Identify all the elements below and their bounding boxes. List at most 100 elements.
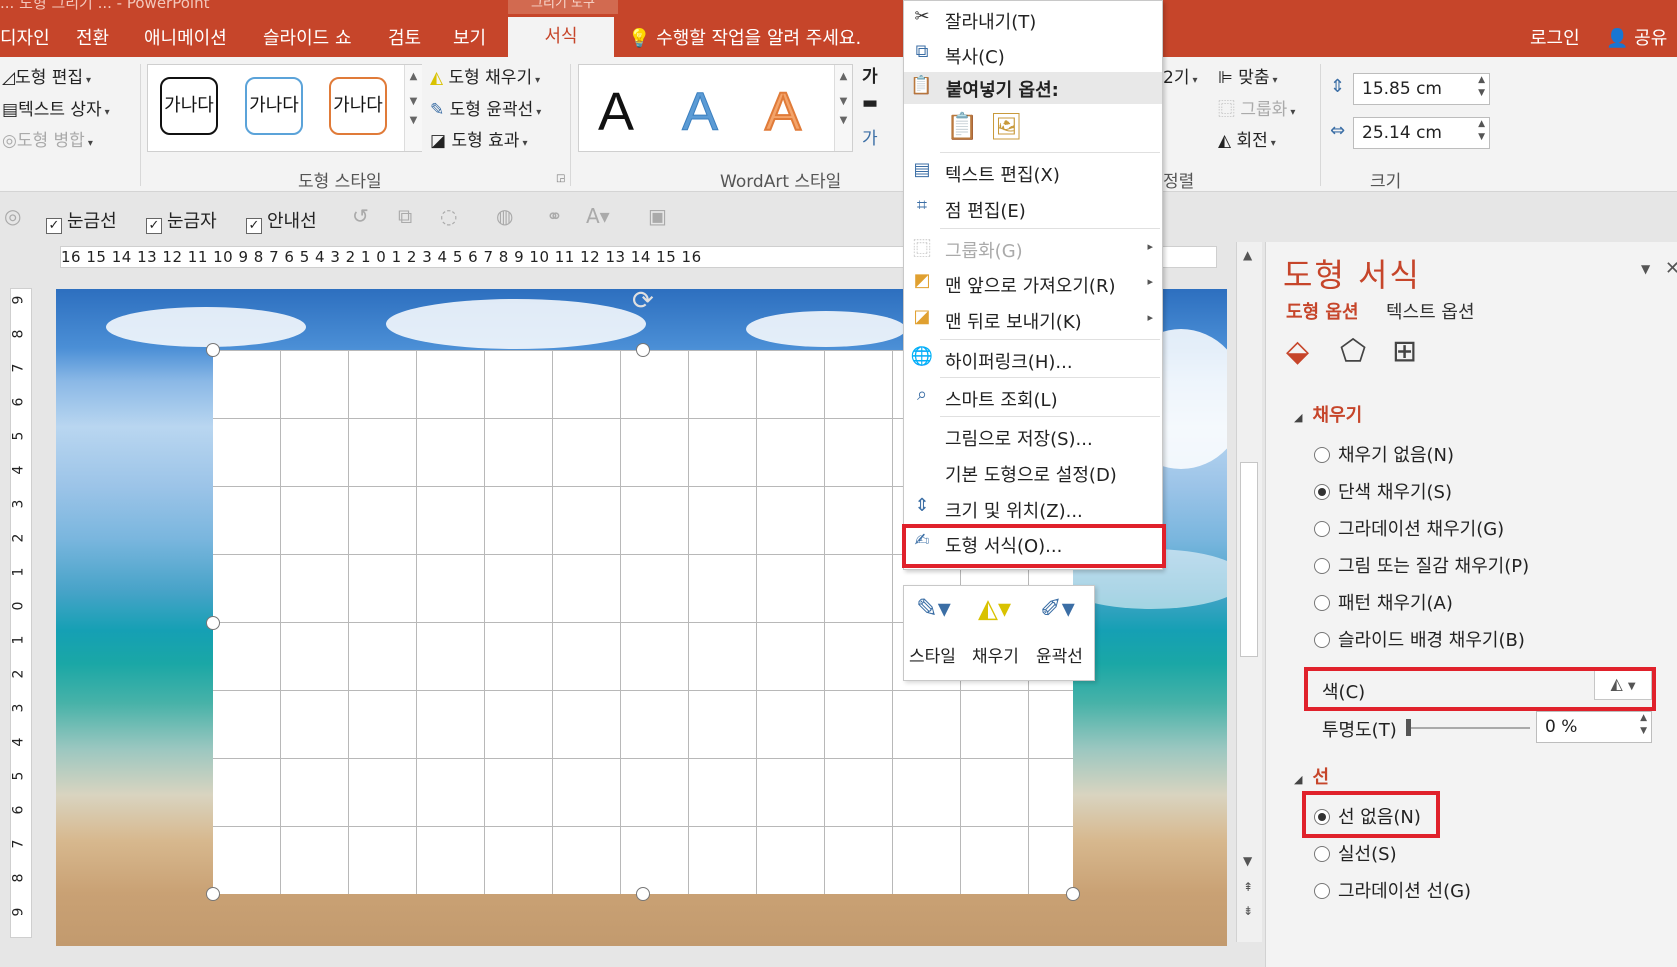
edit-shape-button[interactable]: ◿도형 편집 ▾ <box>2 63 91 88</box>
shape-icon[interactable]: ◌ <box>440 204 457 228</box>
menu-save-as-picture[interactable]: 그림으로 저장(S)... <box>903 419 1163 453</box>
resize-handle-n[interactable] <box>636 343 650 357</box>
ruler-checkbox[interactable]: ✓ 눈금자 <box>146 207 217 234</box>
radio-solid-fill[interactable]: 단색 채우기(S) <box>1314 478 1452 504</box>
scroll-thumb[interactable] <box>1240 462 1258 657</box>
combine-icon[interactable]: ⚭ <box>546 204 563 228</box>
merge-shapes-button[interactable]: ◎도형 병합 ▾ <box>2 126 93 151</box>
undo-icon[interactable]: ↺ <box>352 204 369 228</box>
width-spin-arrows[interactable]: ▲ ▼ <box>1478 118 1485 144</box>
tab-text-options[interactable]: 텍스트 옵션 <box>1386 298 1475 324</box>
wordart-orange[interactable]: A <box>764 81 802 143</box>
radio-slide-bg-fill[interactable]: 슬라이드 배경 채우기(B) <box>1314 626 1525 652</box>
tab-shape-options[interactable]: 도형 옵션 <box>1286 298 1359 324</box>
shape-effects-button[interactable]: ◪ 도형 효과 ▾ <box>430 126 527 151</box>
pane-title: 도형 서식 <box>1283 256 1421 294</box>
shape-outline-button[interactable]: ✎ 도형 윤곽선 ▾ <box>430 95 541 120</box>
scroll-down-arrow[interactable]: ▼ <box>1243 854 1252 868</box>
shape-style-gallery-scroll[interactable]: ▲ ▼ ▼ <box>404 65 422 151</box>
gridlines-checkbox[interactable]: ✓ 눈금선 <box>46 207 117 234</box>
fill-line-icon[interactable]: ⬙ <box>1286 334 1309 369</box>
menu-smart-lookup[interactable]: ⌕ 스마트 조회(L) <box>903 380 1163 414</box>
resize-handle-s[interactable] <box>636 887 650 901</box>
menu-copy[interactable]: ⧉ 복사(C) <box>903 37 1163 71</box>
rotate-button[interactable]: ◭ 회전 ▾ <box>1218 126 1276 151</box>
login-link[interactable]: 로그인 <box>1530 24 1580 50</box>
menu-edit-points[interactable]: ⌗ 점 편집(E) <box>903 191 1163 225</box>
tell-me-box[interactable]: 💡 수행할 작업을 알려 주세요. <box>628 24 861 50</box>
previous-slide-button[interactable]: ⇞ <box>1243 880 1253 894</box>
transparency-slider[interactable] <box>1408 727 1530 729</box>
paste-keep-source-icon[interactable]: 📋 <box>946 112 980 146</box>
text-outline-icon[interactable]: ▬ <box>862 93 878 113</box>
menu-cut[interactable]: ✂ 잘라내기(T) <box>903 2 1163 36</box>
align-button[interactable]: ⊫ 맞춤 ▾ <box>1218 63 1278 88</box>
menu-group[interactable]: ⿴ 그룹화(G) ▸ <box>903 231 1163 265</box>
style-brush-icon[interactable]: ✎▾ <box>916 594 951 624</box>
text-box-button[interactable]: ▤텍스트 상자 ▾ <box>2 95 110 120</box>
tab-design[interactable]: 디자인 <box>0 24 50 50</box>
radio-pattern-fill[interactable]: 패턴 채우기(A) <box>1314 589 1453 615</box>
group-objects-button[interactable]: ⿴ 그룹화 ▾ <box>1218 95 1295 120</box>
resize-handle-w[interactable] <box>206 616 220 630</box>
pane-options-chevron-icon[interactable]: ▼ <box>1641 262 1650 276</box>
menu-size-position[interactable]: ⇕ 크기 및 위치(Z)... <box>903 491 1163 525</box>
line-section-header[interactable]: ◢ 선 <box>1294 763 1329 789</box>
shape-style-dark[interactable]: 가나다 <box>160 77 218 135</box>
pane-close-icon[interactable]: ✕ <box>1665 258 1677 279</box>
tab-format[interactable]: 서식 <box>508 17 614 57</box>
menu-hyperlink[interactable]: 🌐 하이퍼링크(H)... <box>903 342 1163 376</box>
radio-picture-fill[interactable]: 그림 또는 질감 채우기(P) <box>1314 552 1529 578</box>
wordart-black[interactable]: A <box>598 81 634 143</box>
next-slide-button[interactable]: ⇟ <box>1243 904 1253 918</box>
height-spin-arrows[interactable]: ▲ ▼ <box>1478 74 1485 100</box>
bring-forward-button[interactable]: 2기 ▾ <box>1163 63 1198 88</box>
fill-section-header[interactable]: ◢ 채우기 <box>1294 401 1362 427</box>
radio-gradient-line[interactable]: 그라데이션 선(G) <box>1314 877 1471 903</box>
menu-edit-text[interactable]: ▤ 텍스트 편집(X) <box>903 155 1163 189</box>
shape-fill-button[interactable]: ◭ 도형 채우기 ▾ <box>430 63 540 88</box>
pentagon-icon[interactable]: ⬠ <box>1340 334 1366 369</box>
wordart-gallery-scroll[interactable]: ▲ ▼ ▼ <box>834 65 852 151</box>
menu-send-back[interactable]: ◪ 맨 뒤로 보내기(K) ▸ <box>903 302 1163 336</box>
outline-pen-icon[interactable]: ✐▾ <box>1040 594 1075 624</box>
transparency-slider-thumb[interactable] <box>1406 719 1411 736</box>
mini-outline-label[interactable]: 윤곽선 <box>1036 642 1083 667</box>
radio-no-fill[interactable]: 채우기 없음(N) <box>1314 441 1454 467</box>
radio-gradient-fill[interactable]: 그라데이션 채우기(G) <box>1314 515 1504 541</box>
resize-handle-se[interactable] <box>1066 887 1080 901</box>
radio-solid-line[interactable]: 실선(S) <box>1314 840 1397 866</box>
fill-bucket-icon[interactable]: ◭▾ <box>978 594 1011 624</box>
resize-handle-sw[interactable] <box>206 887 220 901</box>
paste-picture-icon[interactable]: 🖼 <box>990 112 1024 146</box>
tab-transitions[interactable]: 전환 <box>76 24 109 50</box>
tab-slideshow[interactable]: 슬라이드 쇼 <box>263 24 352 50</box>
tab-review[interactable]: 검토 <box>388 24 421 50</box>
layout-icon[interactable]: ⊞ <box>1392 334 1417 369</box>
shape-width-input[interactable]: 25.14 cm ▲ ▼ <box>1353 117 1490 149</box>
shape-style-blue[interactable]: 가나다 <box>245 77 303 135</box>
menu-set-default-shape[interactable]: 기본 도형으로 설정(D) <box>903 455 1163 489</box>
resize-handle-nw[interactable] <box>206 343 220 357</box>
rotate-handle-icon[interactable]: ⟳ <box>632 286 654 316</box>
text-effects-button[interactable]: 가 <box>862 124 878 149</box>
shape-style-orange[interactable]: 가나다 <box>329 77 387 135</box>
mini-style-label[interactable]: 스타일 <box>909 642 956 667</box>
shape-fill-small-icon[interactable]: ◍ <box>496 204 513 228</box>
scroll-up-arrow[interactable]: ▲ <box>1243 248 1252 262</box>
transparency-spin-arrows[interactable]: ▲ ▼ <box>1640 712 1647 738</box>
dialog-launcher-icon[interactable]: ◲ <box>556 173 565 184</box>
slideshow-icon[interactable]: ⧉ <box>398 204 412 228</box>
text-style-icon[interactable]: A▾ <box>586 204 610 228</box>
clipboard-icon[interactable]: ▣ <box>648 204 667 228</box>
shape-height-input[interactable]: 15.85 cm ▲ ▼ <box>1353 73 1490 105</box>
share-button[interactable]: 👤 공유 <box>1606 24 1667 50</box>
guides-checkbox[interactable]: ✓ 안내선 <box>246 207 317 234</box>
text-fill-button[interactable]: 가 <box>862 62 878 87</box>
wordart-blue[interactable]: A <box>681 81 718 143</box>
tab-animations[interactable]: 애니메이션 <box>144 24 227 50</box>
tab-view[interactable]: 보기 <box>453 24 486 50</box>
menu-bring-front[interactable]: ◩ 맨 앞으로 가져오기(R) ▸ <box>903 266 1163 300</box>
transparency-input[interactable]: 0 % ▲ ▼ <box>1536 711 1652 743</box>
mini-fill-label[interactable]: 채우기 <box>972 642 1019 667</box>
